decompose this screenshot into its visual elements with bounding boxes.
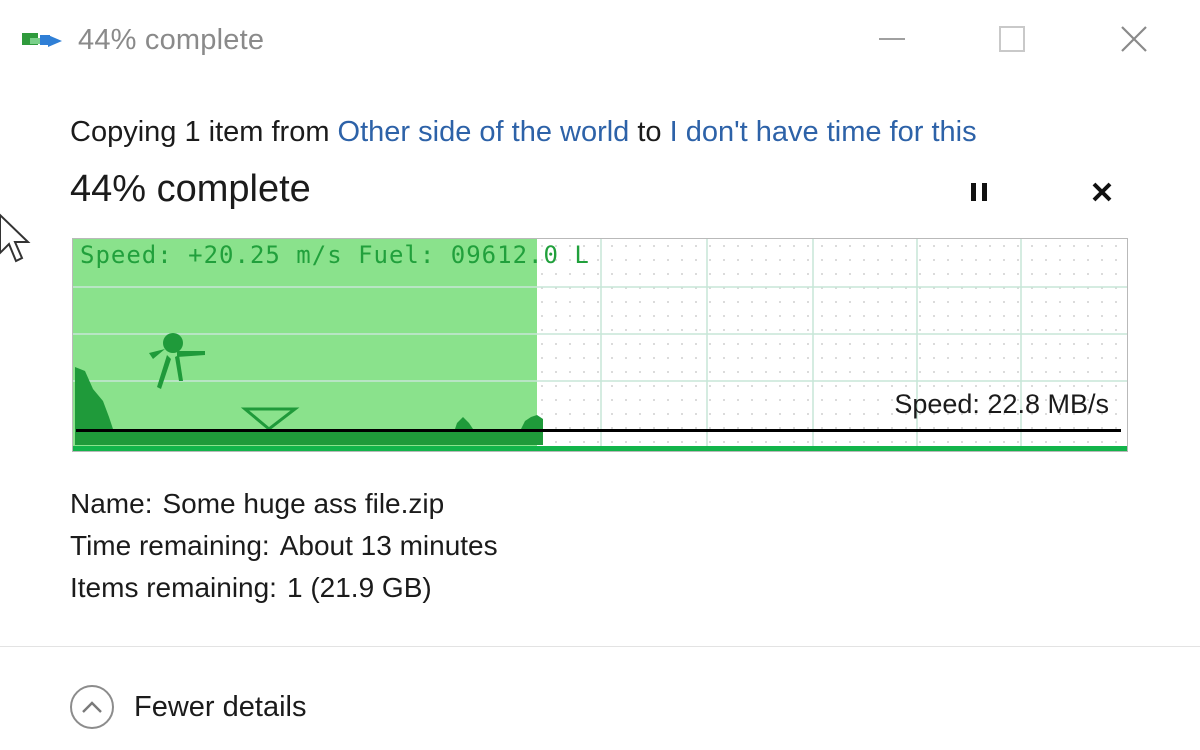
- copy-description: Copying 1 item from Other side of the wo…: [70, 116, 977, 149]
- title-bar: 44% complete: [0, 0, 1200, 80]
- detail-time-row: Time remaining: About 13 minutes: [70, 525, 498, 567]
- items-value: 1 (21.9 GB): [286, 572, 432, 603]
- progress-heading: 44% complete: [70, 168, 311, 210]
- detail-items-row: Items remaining: 1 (21.9 GB): [70, 567, 498, 609]
- terrain-mound: [455, 417, 473, 429]
- copy-middle: to: [629, 116, 670, 148]
- transfer-graph: Speed: +20.25 m/s Fuel: 09612.0 L Speed:…: [72, 238, 1128, 452]
- time-label: Time remaining:: [70, 530, 270, 561]
- window-title: 44% complete: [78, 24, 265, 56]
- mouse-cursor-icon: [0, 213, 31, 263]
- source-link[interactable]: Other side of the world: [338, 116, 630, 148]
- cancel-button[interactable]: [1082, 172, 1122, 212]
- chevron-up-icon: [70, 685, 114, 729]
- progress-strip: [73, 446, 1127, 451]
- pause-button[interactable]: [959, 172, 999, 212]
- copy-prefix: Copying 1 item from: [70, 116, 338, 148]
- game-hud-text: Speed: +20.25 m/s Fuel: 09612.0 L: [80, 241, 590, 269]
- name-label: Name:: [70, 488, 153, 519]
- detail-name-row: Name: Some huge ass file.zip: [70, 483, 498, 525]
- landing-pad-icon: [240, 407, 300, 431]
- destination-link[interactable]: I don't have time for this: [670, 116, 977, 148]
- items-label: Items remaining:: [70, 572, 277, 603]
- terrain-left: [75, 367, 113, 429]
- fewer-details-button[interactable]: Fewer details: [70, 684, 306, 730]
- speed-line: [76, 429, 1121, 432]
- minimize-button[interactable]: [862, 14, 922, 64]
- fewer-details-label: Fewer details: [134, 690, 307, 723]
- speed-label: Speed: 22.8 MB/s: [894, 389, 1109, 419]
- close-icon: [1121, 26, 1147, 52]
- footer-divider: [0, 646, 1200, 647]
- name-value: Some huge ass file.zip: [162, 488, 445, 519]
- time-value: About 13 minutes: [279, 530, 498, 561]
- minimize-icon: [879, 38, 905, 40]
- close-window-button[interactable]: [1104, 14, 1164, 64]
- maximize-icon: [999, 26, 1025, 52]
- cancel-icon: [1092, 182, 1112, 202]
- terrain-right: [521, 415, 543, 429]
- pause-icon: [971, 183, 987, 201]
- maximize-button[interactable]: [982, 14, 1042, 64]
- copy-files-icon: [22, 33, 62, 47]
- transfer-details: Name: Some huge ass file.zip Time remaini…: [70, 483, 498, 609]
- graph-gridlines: [73, 239, 1127, 451]
